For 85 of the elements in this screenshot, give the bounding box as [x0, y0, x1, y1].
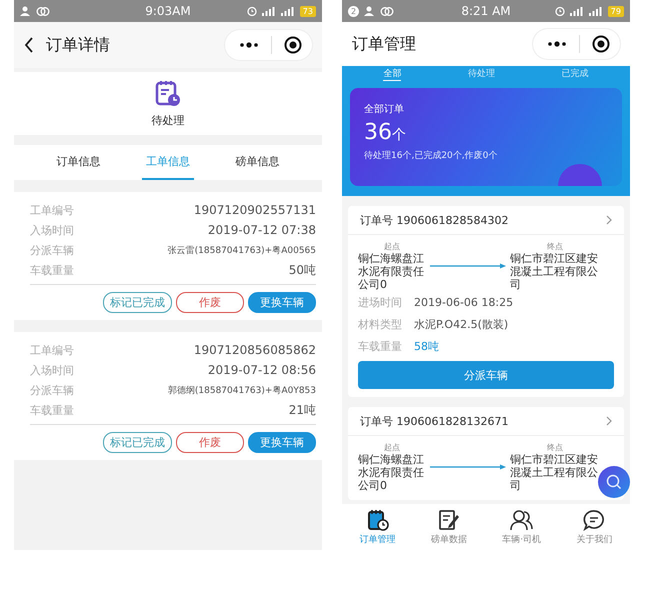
target-icon[interactable] — [592, 35, 610, 53]
tab-bar-item[interactable]: 磅单数据 — [430, 508, 467, 546]
battery-level: 79 — [608, 6, 624, 16]
tab[interactable]: 磅单信息 — [231, 145, 284, 180]
back-icon[interactable] — [24, 37, 34, 53]
note-pencil-icon — [438, 508, 460, 530]
action-button[interactable]: 更换车辆 — [248, 432, 316, 453]
field-label: 分派车辆 — [30, 382, 74, 398]
detail-label: 车载重量 — [358, 338, 402, 354]
person-icon — [364, 6, 375, 16]
signal-icon — [570, 6, 584, 16]
tab-bar-item[interactable]: 订单管理 — [360, 508, 396, 546]
more-icon[interactable] — [239, 42, 259, 48]
field-value: 郭德纲(18587041763)+粤A0Y853 — [168, 384, 316, 396]
field-label: 车载重量 — [30, 402, 74, 418]
tab[interactable]: 工单信息 — [142, 145, 194, 180]
person-icon — [20, 6, 31, 16]
assign-button[interactable]: 分派车辆 — [358, 361, 614, 389]
field-label: 工单编号 — [30, 202, 74, 218]
rings-icon — [36, 6, 50, 16]
order-count: 36 — [364, 120, 392, 145]
count-unit: 个 — [392, 126, 406, 144]
alarm-icon — [246, 6, 257, 16]
detail-value: 水泥P.O42.5(散装) — [414, 316, 508, 332]
order-number: 订单号 1906061828132671 — [360, 414, 508, 428]
signal-icon — [280, 6, 295, 16]
status-time: 8:21 AM — [461, 4, 511, 18]
origin-name: 铜仁海螺盘江水泥有限责任公司0 — [358, 252, 425, 291]
action-button[interactable]: 作废 — [176, 432, 244, 453]
tab-bar-item[interactable]: 车辆·司机 — [502, 508, 542, 546]
destination-label: 终点 — [546, 442, 564, 453]
signal-icon — [588, 6, 603, 16]
field-value: 2019-07-12 07:38 — [208, 223, 316, 237]
summary-breakdown: 待处理16个,已完成20个,作废0个 — [364, 150, 498, 162]
notification-count: 2 — [348, 6, 359, 16]
more-icon[interactable] — [547, 41, 567, 47]
rings-icon — [380, 6, 394, 16]
signal-icon — [262, 6, 276, 16]
action-button[interactable]: 更换车辆 — [248, 292, 316, 313]
origin-name: 铜仁海螺盘江水泥有限责任公司0 — [358, 453, 425, 492]
field-value: 1907120902557131 — [194, 203, 316, 217]
page-title: 订单详情 — [46, 34, 111, 56]
detail-label: 进场时间 — [358, 294, 402, 310]
summary-title: 全部订单 — [364, 102, 405, 116]
origin-label: 起点 — [383, 241, 401, 252]
field-label: 工单编号 — [30, 342, 74, 358]
chevron-right-icon[interactable] — [606, 416, 612, 426]
action-button[interactable]: 标记已完成 — [103, 432, 172, 453]
detail-label: 材料类型 — [358, 316, 402, 332]
alarm-icon — [554, 6, 565, 16]
target-icon[interactable] — [284, 36, 302, 54]
tab-bar-item[interactable]: 关于我们 — [576, 508, 612, 546]
field-label: 分派车辆 — [30, 242, 74, 258]
field-label: 入场时间 — [30, 362, 74, 378]
destination-label: 终点 — [546, 241, 564, 252]
field-value: 张云雷(18587041763)+粤A00565 — [168, 244, 316, 256]
tab[interactable]: 待处理 — [468, 68, 495, 80]
circle-decoration — [558, 164, 602, 186]
page-title: 订单管理 — [352, 34, 417, 54]
field-value: 50吨 — [288, 262, 316, 278]
battery-level: 73 — [300, 6, 316, 16]
tab[interactable]: 全部 — [383, 68, 402, 80]
people-icon — [510, 508, 534, 530]
action-button[interactable]: 作废 — [176, 292, 244, 313]
field-label: 入场时间 — [30, 222, 74, 238]
chevron-right-icon[interactable] — [606, 215, 612, 225]
tab[interactable]: 订单信息 — [52, 145, 105, 180]
calendar-clock-icon — [155, 79, 181, 107]
chat-bubble-icon — [583, 508, 606, 530]
detail-value: 58吨 — [414, 338, 439, 354]
calendar-clock-icon — [366, 508, 389, 530]
order-number: 订单号 1906061828584302 — [360, 212, 508, 228]
detail-value: 2019-06-06 18:25 — [414, 296, 514, 308]
field-label: 车载重量 — [30, 262, 74, 278]
tab[interactable]: 已完成 — [562, 68, 589, 80]
search-icon — [606, 474, 622, 490]
origin-label: 起点 — [383, 442, 401, 453]
field-value: 21吨 — [288, 402, 316, 418]
status-time: 9:03AM — [145, 4, 191, 18]
destination-name: 铜仁市碧江区建安混凝土工程有限公司 — [510, 453, 599, 492]
action-button[interactable]: 标记已完成 — [103, 292, 172, 313]
field-value: 2019-07-12 08:56 — [208, 363, 316, 377]
destination-name: 铜仁市碧江区建安混凝土工程有限公司 — [510, 252, 599, 291]
field-value: 1907120856085862 — [194, 343, 316, 357]
status-label: 待处理 — [152, 113, 184, 128]
